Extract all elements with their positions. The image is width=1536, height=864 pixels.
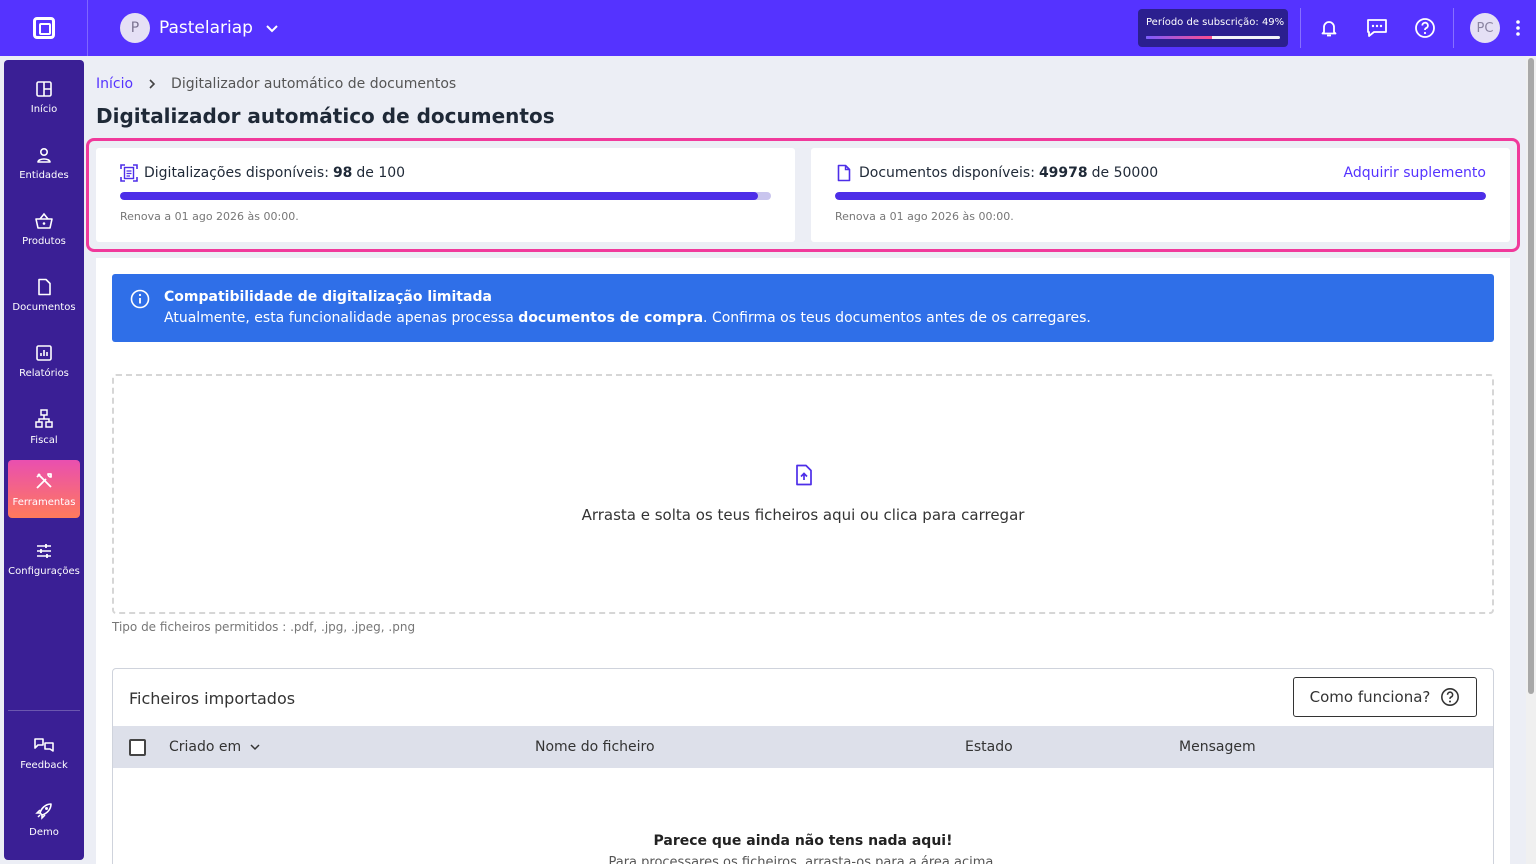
help-icon	[1415, 18, 1435, 38]
scan-icon	[120, 164, 138, 182]
chart-icon	[36, 344, 52, 361]
subscription-period[interactable]: Período de subscrição: 49%	[1138, 9, 1288, 47]
file-upload-icon	[796, 464, 812, 486]
notifications-button[interactable]	[1305, 0, 1353, 56]
bell-icon	[1321, 21, 1337, 37]
sidebar-item-label: Configurações	[8, 565, 80, 577]
company-switcher[interactable]: P Pastelariap	[120, 13, 279, 43]
company-avatar: P	[120, 13, 150, 43]
sidebar-item-inicio[interactable]: Início	[8, 68, 80, 126]
documents-available: 49978	[1038, 165, 1088, 181]
scans-renew-date: Renova a 01 ago 2026 às 00:00.	[120, 210, 299, 223]
sidebar-item-label: Documentos	[12, 301, 76, 313]
tools-icon	[36, 472, 52, 489]
more-menu-button[interactable]	[1500, 0, 1536, 56]
chevron-down-icon	[266, 25, 278, 33]
dropzone-prompt: Arrasta e solta os teus ficheiros aqui o…	[581, 506, 1025, 524]
scans-progress-fill	[120, 192, 758, 200]
sidebar-item-label: Entidades	[19, 169, 69, 181]
sidebar-divider	[8, 710, 80, 711]
page-scrollbar[interactable]	[1526, 56, 1536, 864]
alert-title: Compatibilidade de digitalização limitad…	[164, 289, 492, 305]
subscription-label: Período de subscrição: 49%	[1146, 17, 1285, 28]
basket-icon	[35, 212, 53, 229]
feedback-icon	[34, 737, 54, 752]
subscription-progress-track	[1146, 36, 1280, 39]
column-header: Mensagem	[1179, 739, 1256, 755]
user-icon	[37, 147, 51, 163]
allowed-filetypes: Tipo de ficheiros permitidos : .pdf, .jp…	[112, 620, 416, 634]
sidebar-item-demo[interactable]: Demo	[8, 790, 80, 848]
help-icon	[1441, 688, 1460, 706]
sidebar-item-label: Feedback	[20, 759, 68, 771]
info-alert: Compatibilidade de digitalização limitad…	[112, 274, 1494, 342]
document-icon	[38, 278, 51, 295]
file-dropzone[interactable]: Arrasta e solta os teus ficheiros aqui o…	[112, 374, 1494, 614]
help-button[interactable]	[1401, 0, 1449, 56]
grid-icon	[36, 80, 52, 97]
sidebar-item-label: Demo	[29, 826, 59, 838]
documents-label: Documentos disponíveis:	[859, 165, 1035, 181]
sidebar: Início Entidades Produtos Documentos Rel…	[4, 60, 84, 860]
scans-available: 98	[332, 165, 353, 181]
sidebar-item-label: Ferramentas	[12, 496, 76, 508]
column-header: Nome do ficheiro	[535, 739, 655, 755]
table-header: Criado em Nome do ficheiro Estado Mensag…	[113, 726, 1493, 768]
column-header: Criado em	[169, 739, 242, 755]
page-title: Digitalizador automático de documentos	[96, 104, 555, 128]
sidebar-item-label: Início	[30, 103, 58, 115]
scans-total: de 100	[356, 165, 406, 181]
documents-progress-track	[835, 192, 1486, 200]
sidebar-item-label: Fiscal	[30, 434, 58, 446]
scans-progress-track	[120, 192, 771, 200]
hierarchy-icon	[35, 408, 53, 428]
user-avatar[interactable]: PC	[1470, 13, 1500, 43]
rocket-icon	[35, 802, 52, 820]
app-logo[interactable]	[0, 0, 88, 56]
sidebar-item-label: Relatórios	[19, 367, 69, 379]
scrollbar-thumb[interactable]	[1528, 58, 1534, 694]
sidebar-item-entidades[interactable]: Entidades	[8, 134, 80, 192]
empty-state-subtitle: Para processares os ficheiros, arrasta-o…	[608, 855, 998, 864]
chevron-down-icon	[250, 744, 260, 751]
buy-addon-link[interactable]: Adquirir suplemento	[1344, 165, 1486, 181]
sidebar-item-relatorios[interactable]: Relatórios	[8, 332, 80, 390]
table-title: Ficheiros importados	[129, 689, 296, 708]
info-icon	[130, 289, 150, 309]
top-bar: P Pastelariap Período de subscrição: 49%…	[0, 0, 1536, 56]
logo-icon	[32, 17, 55, 39]
sidebar-item-produtos[interactable]: Produtos	[8, 200, 80, 258]
chat-icon	[1367, 19, 1387, 37]
sidebar-item-ferramentas[interactable]: Ferramentas	[8, 460, 80, 518]
sidebar-item-label: Produtos	[22, 235, 66, 247]
company-name: Pastelariap	[159, 18, 253, 38]
messages-button[interactable]	[1353, 0, 1401, 56]
scans-quota-card: Digitalizações disponíveis: 98 de 100 Re…	[96, 148, 795, 242]
documents-total: de 50000	[1091, 165, 1159, 181]
column-header: Estado	[965, 739, 1013, 755]
scans-label: Digitalizações disponíveis:	[144, 165, 329, 181]
sidebar-item-configuracoes[interactable]: Configurações	[8, 530, 80, 588]
empty-state-title: Parece que ainda não tens nada aqui!	[653, 833, 953, 849]
sliders-icon	[37, 543, 51, 558]
sidebar-item-feedback[interactable]: Feedback	[8, 724, 80, 782]
subscription-progress-fill	[1146, 36, 1212, 39]
how-it-works-label: Como funciona?	[1309, 688, 1431, 706]
alert-text: Atualmente, esta funcionalidade apenas p…	[164, 310, 1091, 326]
document-icon	[837, 164, 851, 182]
chevron-right-icon	[149, 79, 156, 89]
documents-quota-card: Documentos disponíveis: 49978 de 50000 A…	[811, 148, 1510, 242]
kebab-icon	[1516, 20, 1520, 36]
sidebar-item-fiscal[interactable]: Fiscal	[8, 398, 80, 456]
column-created-sort[interactable]: Criado em	[169, 739, 261, 755]
documents-renew-date: Renova a 01 ago 2026 às 00:00.	[835, 210, 1014, 223]
how-it-works-button[interactable]: Como funciona?	[1293, 677, 1477, 717]
breadcrumb-current: Digitalizador automático de documentos	[171, 76, 457, 92]
breadcrumb: Início Digitalizador automático de docum…	[96, 76, 456, 92]
select-all-checkbox[interactable]	[129, 739, 146, 756]
sidebar-item-documentos[interactable]: Documentos	[8, 266, 80, 324]
documents-progress-fill	[835, 192, 1486, 200]
imported-files-table: Ficheiros importados Como funciona? Cria…	[112, 668, 1494, 864]
breadcrumb-home-link[interactable]: Início	[96, 76, 133, 92]
